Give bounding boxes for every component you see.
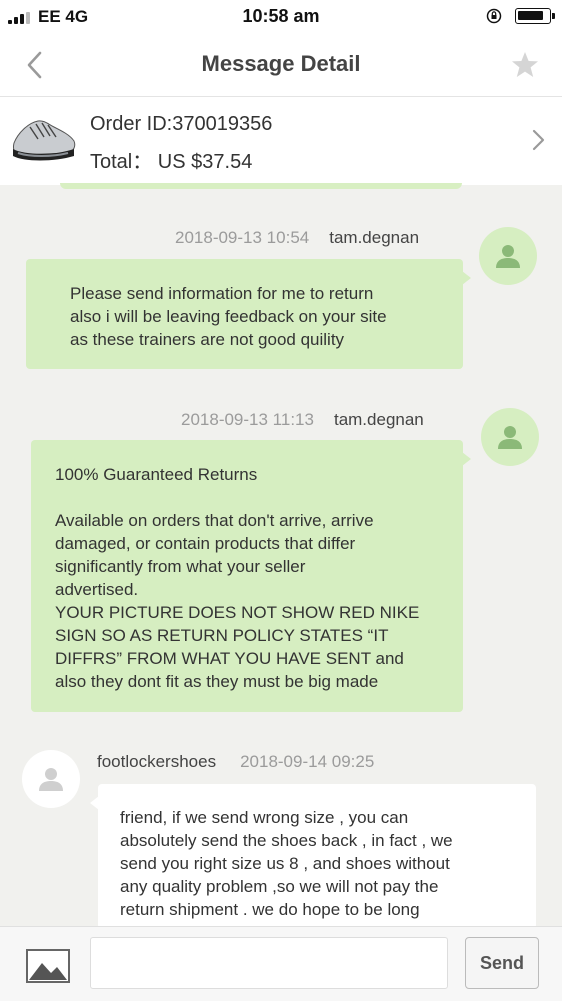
message-bubble: 100% Guaranteed Returns Available on ord… bbox=[31, 440, 471, 712]
nav-header: Message Detail bbox=[0, 34, 562, 97]
previous-message-bubble bbox=[60, 183, 462, 189]
send-button[interactable]: Send bbox=[465, 937, 539, 989]
message-line bbox=[55, 486, 451, 509]
shoe-product-image bbox=[13, 120, 76, 161]
battery-icon bbox=[515, 8, 555, 24]
order-total: Total： US $37.54 bbox=[90, 151, 253, 173]
user-avatar-icon bbox=[496, 245, 520, 268]
order-id: Order ID:370019356 bbox=[90, 113, 273, 135]
message-line: also i will be leaving feedback on your … bbox=[70, 307, 387, 326]
star-icon[interactable] bbox=[510, 50, 540, 80]
message-line: send you right size us 8 , and shoes wit… bbox=[120, 854, 450, 873]
message-input[interactable] bbox=[90, 937, 448, 989]
chevron-right-icon[interactable] bbox=[528, 127, 548, 153]
message-meta: 2018-09-13 10:54 tam.degnan bbox=[175, 228, 419, 248]
message-line: damaged, or contain products that differ bbox=[55, 534, 356, 553]
status-bar: EE 4G 10:58 am bbox=[0, 0, 562, 34]
message-line: advertised. bbox=[55, 580, 139, 599]
message-line: DIFFRS” FROM WHAT YOU HAVE SENT and bbox=[55, 649, 404, 668]
message-sender: tam.degnan bbox=[329, 228, 420, 247]
message-line: as these trainers are not good quility bbox=[70, 330, 345, 349]
message-line: 100% Guaranteed Returns bbox=[55, 465, 258, 484]
message-line: friend, if we send wrong size , you can bbox=[120, 808, 409, 827]
user-avatar-icon bbox=[39, 768, 63, 791]
message-bubble: friend, if we send wrong size , you can … bbox=[90, 784, 536, 929]
message-line: SIGN SO AS RETURN POLICY STATES “IT bbox=[55, 626, 389, 645]
message-line: significantly from what your seller bbox=[55, 557, 306, 576]
message-line: return shipment . we do hope to be long bbox=[120, 900, 420, 919]
message-line: Please send information for me to return bbox=[70, 284, 374, 303]
compose-bar: Send bbox=[0, 926, 562, 1001]
message-line: YOUR PICTURE DOES NOT SHOW RED NIKE bbox=[55, 603, 420, 622]
message-line: any quality problem ,so we will not pay … bbox=[120, 877, 439, 896]
message-line: absolutely send the shoes back , in fact… bbox=[120, 831, 453, 850]
message-timestamp: 2018-09-13 10:54 bbox=[175, 228, 310, 247]
status-time: 10:58 am bbox=[242, 6, 320, 26]
message-meta: 2018-09-13 11:13 tam.degnan bbox=[181, 410, 424, 430]
avatar[interactable] bbox=[481, 408, 539, 466]
image-icon[interactable] bbox=[26, 949, 70, 983]
lock-rotation-icon bbox=[486, 8, 502, 24]
message-meta: footlockershoes 2018-09-14 09:25 bbox=[97, 752, 374, 772]
message-sender: footlockershoes bbox=[97, 752, 217, 771]
order-summary-card[interactable]: Order ID:370019356 Total： US $37.54 bbox=[0, 97, 562, 185]
page-title: Message Detail bbox=[201, 51, 361, 76]
message-timestamp: 2018-09-13 11:13 bbox=[181, 410, 314, 429]
message-sender: tam.degnan bbox=[333, 410, 424, 429]
avatar[interactable] bbox=[479, 227, 537, 285]
message-line: also they dont fit as they must be big m… bbox=[55, 672, 379, 691]
user-avatar-icon bbox=[498, 426, 522, 449]
message-line: Available on orders that don't arrive, a… bbox=[55, 511, 374, 530]
message-bubble: Please send information for me to return… bbox=[26, 259, 471, 369]
message-timestamp: 2018-09-14 09:25 bbox=[240, 752, 375, 771]
avatar[interactable] bbox=[22, 750, 80, 808]
